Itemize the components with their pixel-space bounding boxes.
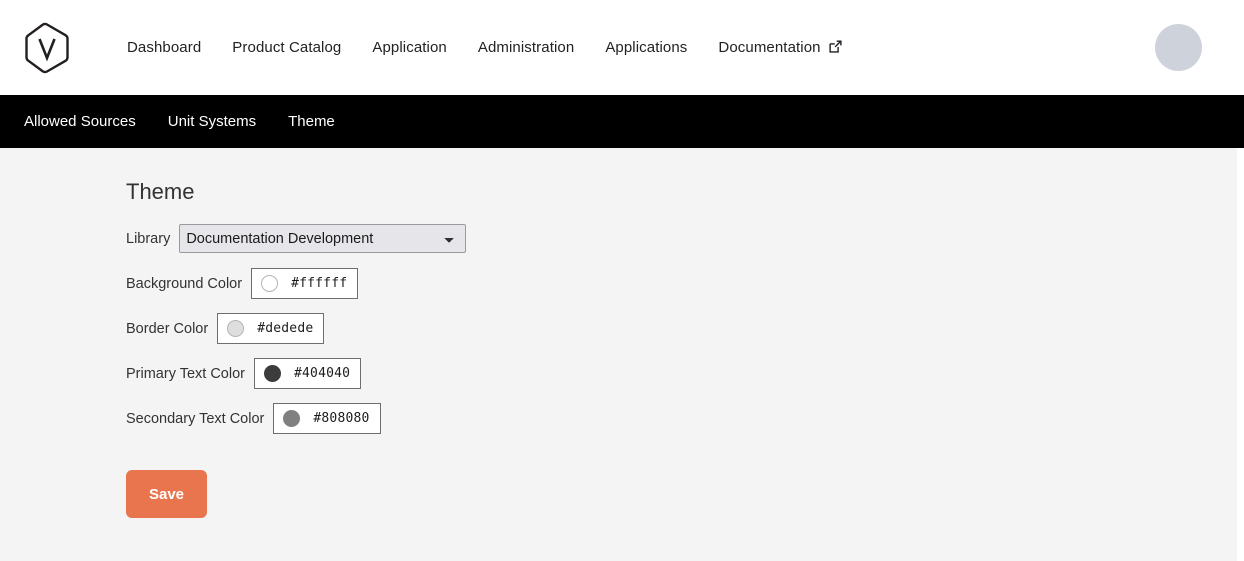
main-content-area: Theme Library Documentation Development … <box>0 148 1244 561</box>
nav-item-product-catalog[interactable]: Product Catalog <box>232 39 341 56</box>
subnav-item-label: Theme <box>288 113 335 130</box>
external-link-icon <box>829 40 842 53</box>
nav-item-dashboard[interactable]: Dashboard <box>127 39 201 56</box>
secondary-text-color-label: Secondary Text Color <box>126 410 265 427</box>
color-swatch-icon <box>227 320 245 337</box>
color-swatch-icon <box>283 410 301 427</box>
nav-item-label: Dashboard <box>127 39 202 56</box>
subnav-item-allowed-sources[interactable]: Allowed Sources <box>24 113 136 130</box>
nav-item-label: Administration <box>477 39 575 56</box>
nav-item-documentation[interactable]: Documentation <box>718 39 842 56</box>
background-color-value: #ffffff <box>291 276 348 291</box>
subnav-item-label: Unit Systems <box>167 113 257 130</box>
nav-item-applications[interactable]: Applications <box>605 39 687 56</box>
secondary-text-color-value: #808080 <box>313 411 370 426</box>
nav-item-application[interactable]: Application <box>372 39 446 56</box>
border-color-label: Border Color <box>126 320 209 337</box>
nav-item-label: Applications <box>605 39 688 56</box>
top-header-bar: Dashboard Product Catalog Application Ad… <box>0 0 1244 95</box>
subnav-item-theme[interactable]: Theme <box>288 113 335 130</box>
library-label: Library <box>126 230 171 247</box>
primary-navigation: Dashboard Product Catalog Application Ad… <box>127 39 842 56</box>
border-color-picker[interactable]: #dedede <box>217 313 325 344</box>
subnav-item-label: Allowed Sources <box>24 113 136 130</box>
nav-item-label: Application <box>372 39 447 56</box>
subnav-item-unit-systems[interactable]: Unit Systems <box>168 113 256 130</box>
nav-item-label: Product Catalog <box>232 39 342 56</box>
border-color-value: #dedede <box>257 321 314 336</box>
primary-text-color-value: #404040 <box>293 366 351 381</box>
library-select[interactable]: Documentation Development <box>179 224 467 253</box>
background-color-row: Background Color #ffffff <box>126 268 1244 299</box>
primary-text-color-picker[interactable]: #404040 <box>253 358 362 389</box>
primary-text-color-label: Primary Text Color <box>126 365 245 382</box>
secondary-text-color-row: Secondary Text Color #808080 <box>126 403 1244 434</box>
theme-settings-panel: Theme Library Documentation Development … <box>0 148 1244 518</box>
background-color-label: Background Color <box>126 275 243 292</box>
border-color-row: Border Color #dedede <box>126 313 1244 344</box>
secondary-text-color-picker[interactable]: #808080 <box>273 403 381 434</box>
library-row: Library Documentation Development <box>126 223 1244 254</box>
nav-item-administration[interactable]: Administration <box>478 39 574 56</box>
page-title: Theme <box>126 179 195 204</box>
color-swatch-icon <box>261 275 279 292</box>
user-avatar[interactable] <box>1155 24 1202 71</box>
nav-item-label: Documentation <box>718 39 821 56</box>
save-button[interactable]: Save <box>126 470 207 518</box>
right-gutter <box>1237 148 1244 561</box>
hexagon-v-logo-icon[interactable] <box>24 22 70 74</box>
secondary-navigation-bar: Allowed Sources Unit Systems Theme <box>0 95 1244 148</box>
primary-text-color-row: Primary Text Color #404040 <box>126 358 1244 389</box>
color-swatch-icon <box>263 365 281 382</box>
background-color-picker[interactable]: #ffffff <box>251 268 359 299</box>
